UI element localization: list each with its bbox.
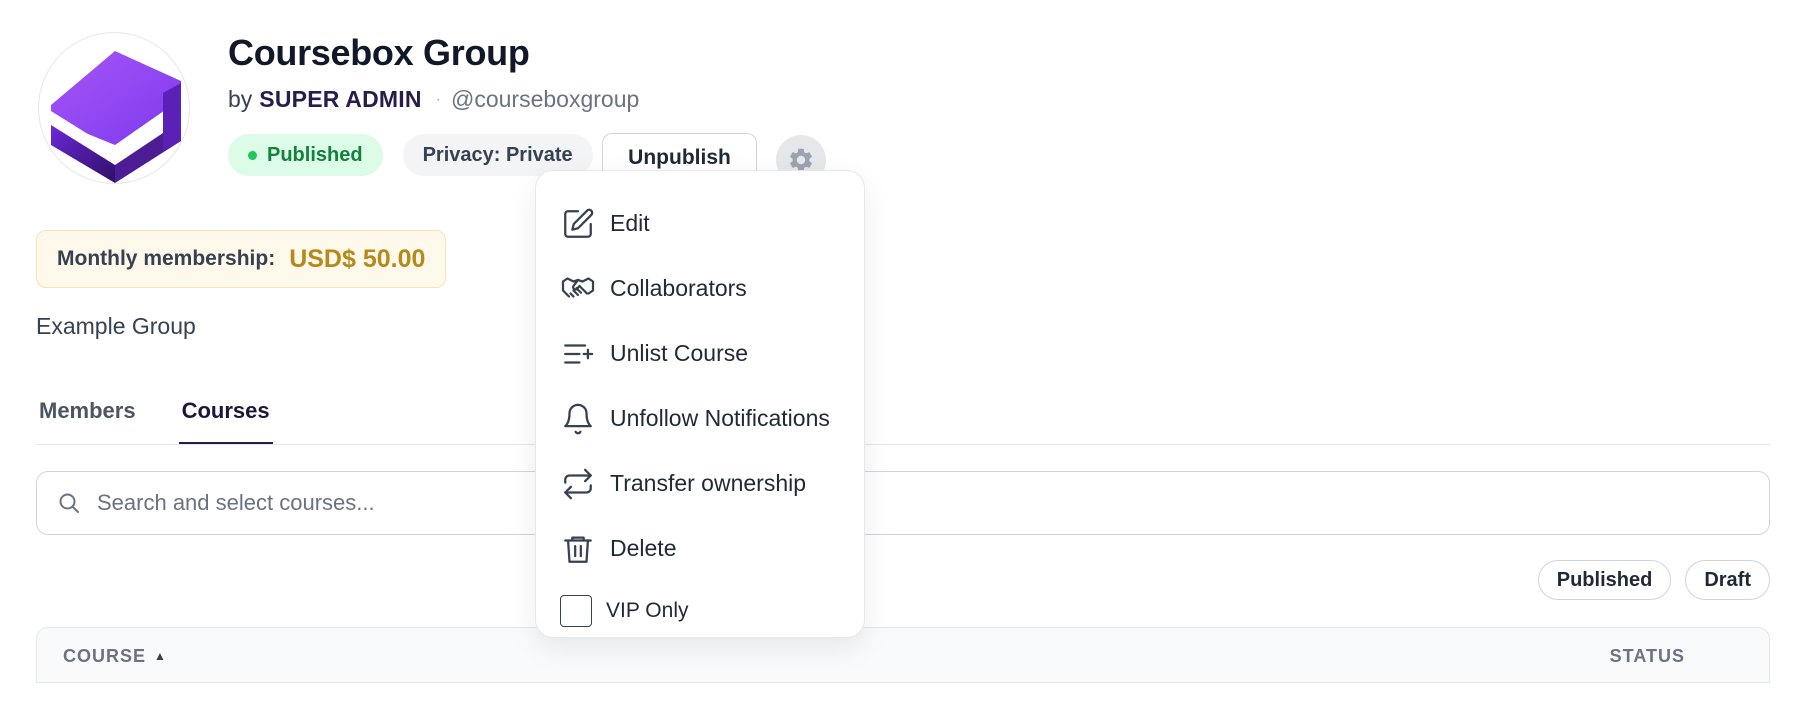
transfer-icon bbox=[560, 466, 596, 502]
menu-item-label: Delete bbox=[610, 535, 677, 561]
edit-icon bbox=[560, 206, 596, 242]
menu-item-delete[interactable]: Delete bbox=[536, 516, 864, 581]
menu-item-label: Transfer ownership bbox=[610, 470, 807, 496]
menu-item-label: Unfollow Notifications bbox=[610, 405, 830, 431]
menu-item-label: Collaborators bbox=[610, 275, 747, 301]
status-badges: Published Privacy: Private bbox=[228, 134, 593, 176]
column-header-status[interactable]: STATUS bbox=[1610, 628, 1685, 684]
sort-asc-icon[interactable]: ▲ bbox=[154, 649, 167, 663]
membership-label: Monthly membership: bbox=[57, 247, 276, 270]
vip-only-checkbox[interactable] bbox=[560, 595, 592, 627]
status-dot-icon bbox=[248, 150, 257, 160]
column-header-course[interactable]: COURSE ▲ bbox=[63, 628, 167, 684]
byline-separator: · bbox=[435, 90, 441, 108]
group-description: Example Group bbox=[36, 313, 196, 339]
graduation-cap-icon bbox=[51, 51, 181, 183]
group-handle: @courseboxgroup bbox=[450, 86, 640, 112]
bell-icon bbox=[560, 401, 596, 437]
tab-courses[interactable]: Courses bbox=[178, 388, 273, 445]
membership-price: USD$ 50.00 bbox=[289, 244, 426, 273]
menu-item-unlist-course[interactable]: Unlist Course bbox=[536, 321, 864, 386]
menu-item-edit[interactable]: Edit bbox=[536, 191, 864, 256]
group-detail-page: Coursebox Group by SUPER ADMIN · @course… bbox=[0, 0, 1802, 716]
menu-item-transfer-ownership[interactable]: Transfer ownership bbox=[536, 451, 864, 516]
course-search-box[interactable] bbox=[36, 471, 1770, 535]
group-title: Coursebox Group bbox=[228, 32, 530, 73]
menu-item-label: Unlist Course bbox=[610, 340, 749, 366]
group-logo bbox=[38, 32, 190, 184]
handshake-icon bbox=[560, 271, 596, 307]
menu-item-collaborators[interactable]: Collaborators bbox=[536, 256, 864, 321]
trash-icon bbox=[560, 531, 596, 567]
menu-item-vip-only[interactable]: VIP Only bbox=[536, 583, 864, 639]
settings-dropdown-menu: Edit Collaborators Unlist Course Unfollo… bbox=[535, 170, 865, 638]
status-badge: Published bbox=[228, 134, 383, 176]
byline-prefix: by bbox=[228, 86, 253, 112]
menu-item-unfollow-notifications[interactable]: Unfollow Notifications bbox=[536, 386, 864, 451]
tab-members[interactable]: Members bbox=[36, 388, 139, 445]
column-header-status-label: STATUS bbox=[1609, 645, 1685, 666]
column-header-course-label: COURSE bbox=[63, 645, 147, 666]
courses-table-header: COURSE ▲ STATUS bbox=[36, 627, 1770, 683]
filter-draft-button[interactable]: Draft bbox=[1685, 560, 1770, 600]
author-name[interactable]: SUPER ADMIN bbox=[259, 86, 421, 113]
status-badge-label: Published bbox=[267, 143, 363, 166]
status-filters: Published Draft bbox=[1537, 560, 1770, 600]
tab-bar: Members Courses bbox=[36, 388, 273, 445]
search-icon bbox=[59, 493, 79, 513]
byline: by SUPER ADMIN · @courseboxgroup bbox=[228, 86, 639, 113]
membership-price-box: Monthly membership: USD$ 50.00 bbox=[36, 230, 447, 288]
menu-item-label: Edit bbox=[610, 210, 650, 236]
privacy-badge-label: Privacy: Private bbox=[422, 143, 573, 166]
vip-only-label: VIP Only bbox=[606, 599, 689, 622]
list-plus-icon bbox=[560, 336, 596, 372]
tabs-divider bbox=[36, 444, 1770, 445]
filter-published-button[interactable]: Published bbox=[1537, 560, 1672, 600]
